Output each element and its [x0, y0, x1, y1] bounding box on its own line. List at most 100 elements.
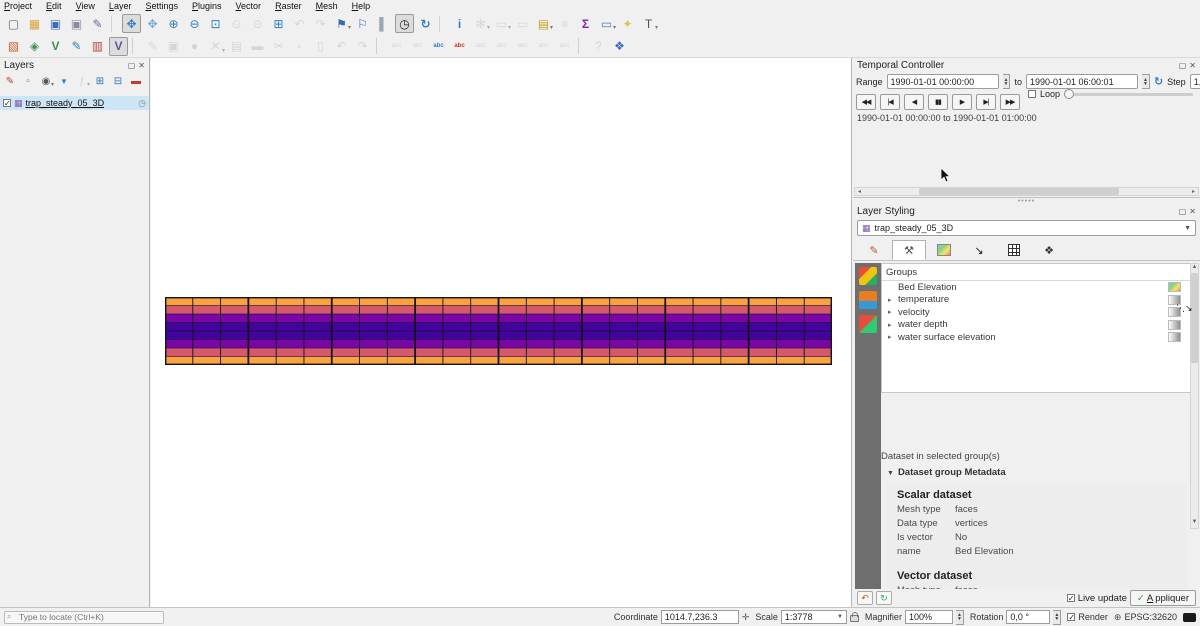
lock-scale-icon[interactable] [850, 615, 859, 622]
highlight-labels-icon[interactable]: abc [492, 37, 511, 56]
rotation-spinner[interactable]: ▲▼ [1053, 610, 1061, 625]
fast-rewind-button[interactable]: ◀◀ [856, 94, 876, 110]
modify-attributes-icon[interactable]: ▤ [227, 37, 246, 56]
zoom-out-icon[interactable]: ⊖ [185, 14, 204, 33]
mesh-simplification-icon[interactable] [859, 315, 877, 333]
label-pin-icon[interactable]: abc [408, 37, 427, 56]
layer-item-trap-steady-05-3d[interactable]: ✓ ▦ trap_steady_05_3D ◷ [0, 96, 149, 110]
scroll-left-icon[interactable]: ◂ [855, 188, 864, 195]
help-icon[interactable]: ? [589, 37, 608, 56]
menu-item[interactable]: Project [4, 1, 32, 11]
layer-visibility-checkbox[interactable]: ✓ [3, 99, 11, 107]
scroll-down-icon[interactable]: ▼ [1192, 519, 1198, 528]
menu-item[interactable]: Raster [275, 1, 302, 11]
panel-close-icon[interactable]: ✕ [138, 61, 145, 70]
tab-contours[interactable] [927, 240, 961, 260]
mesh-calculator-icon[interactable]: ❖ [610, 37, 629, 56]
undo-style-button[interactable]: ↶ [857, 591, 873, 605]
tree-item-bed-elevation[interactable]: Bed Elevation [882, 281, 1191, 294]
new-shapefile-layer-icon[interactable]: V [46, 37, 65, 56]
datasets-cube-icon[interactable] [859, 267, 877, 285]
add-data-icon[interactable]: ◈ [25, 37, 44, 56]
vertex-tool-icon[interactable]: ✕ ▾ [206, 37, 225, 56]
identify-features-icon[interactable]: i [450, 14, 469, 33]
panel-dock-icon[interactable]: ▢ [1179, 61, 1187, 70]
tree-expand-icon[interactable]: ▸ [888, 308, 898, 316]
manage-map-themes-icon[interactable]: ◉ ▾ [38, 74, 54, 90]
step-input[interactable] [1190, 74, 1200, 89]
new-spatialite-layer-icon[interactable]: ▥ [88, 37, 107, 56]
menu-item[interactable]: View [76, 1, 95, 11]
zoom-to-layer-icon[interactable]: ⊙ [248, 14, 267, 33]
tab-mesh-frame[interactable] [997, 240, 1031, 260]
copy-features-icon[interactable]: ▫ [290, 37, 309, 56]
scroll-right-icon[interactable]: ▸ [1189, 188, 1198, 195]
zoom-full-icon[interactable]: ⊡ [206, 14, 225, 33]
panel-close-icon[interactable]: ✕ [1189, 61, 1196, 70]
tab-general-settings[interactable]: ⚒ [892, 240, 926, 260]
fast-forward-button[interactable]: ▶▶ [1000, 94, 1020, 110]
layer-labeling-icon[interactable]: abc [429, 37, 448, 56]
delete-selected-icon[interactable]: ▬ [248, 37, 267, 56]
pin-labels-icon[interactable]: abc [471, 37, 490, 56]
menu-item[interactable]: Plugins [192, 1, 222, 11]
toggle-editing-icon[interactable]: ✎ [143, 37, 162, 56]
filter-legend-icon[interactable]: ▼ [56, 74, 72, 90]
statistical-summary-icon[interactable]: Σ [576, 14, 595, 33]
new-project-icon[interactable]: ▢ [4, 14, 23, 33]
extents-toggle-icon[interactable]: ✛ [742, 612, 750, 623]
magnifier-spinner[interactable]: ▲▼ [956, 610, 964, 625]
data-source-manager-icon[interactable]: ▧ [4, 37, 23, 56]
collapse-all-icon[interactable]: ⊟ [110, 74, 126, 90]
filter-by-expression-icon[interactable]: ƒ ▾ [74, 74, 90, 90]
tree-expand-icon[interactable]: ▸ [888, 333, 898, 341]
zoom-to-selection-icon[interactable]: ⊙ [227, 14, 246, 33]
time-slider-handle[interactable] [1064, 89, 1074, 99]
panel-close-icon[interactable]: ✕ [1189, 207, 1196, 216]
crs-status[interactable]: EPSG:32620 [1124, 612, 1177, 622]
magnifier-input[interactable] [905, 610, 953, 624]
zoom-to-bookmark-icon[interactable]: ▌ [374, 14, 393, 33]
style-manager-icon[interactable]: ✎ [88, 14, 107, 33]
move-label-icon[interactable]: abc [513, 37, 532, 56]
refresh-range-icon[interactable]: ↻ [1154, 75, 1163, 88]
new-virtual-layer-icon[interactable]: V [109, 37, 128, 56]
paste-features-icon[interactable]: ▯ [311, 37, 330, 56]
undo-icon[interactable]: ↶ [332, 37, 351, 56]
scale-combo[interactable]: 1:3778 ▼ [781, 610, 847, 624]
range-start-input[interactable] [887, 74, 999, 89]
rotation-input[interactable] [1006, 610, 1050, 624]
cut-features-icon[interactable]: ✂ [269, 37, 288, 56]
coordinate-input[interactable] [661, 610, 739, 624]
tree-item-water-surface-elevation[interactable]: ▸ water surface elevation [882, 331, 1191, 344]
panel-dock-icon[interactable]: ▢ [128, 61, 136, 70]
live-update-checkbox[interactable]: ✓ Live update [1067, 593, 1127, 604]
add-group-icon[interactable]: ▫ [20, 74, 36, 90]
apply-button[interactable]: ✓ Appliquer [1130, 590, 1196, 606]
new-bookmark-icon[interactable]: ⚐ [353, 14, 372, 33]
menu-item[interactable]: Vector [236, 1, 262, 11]
add-feature-icon[interactable]: ● [185, 37, 204, 56]
time-slider[interactable] [1064, 93, 1193, 96]
run-feature-action-icon[interactable]: ✻ ▾ [471, 14, 490, 33]
temporal-horizontal-scrollbar[interactable]: ◂ ▸ [854, 187, 1199, 196]
zoom-in-icon[interactable]: ⊕ [164, 14, 183, 33]
tab-symbology-brush[interactable]: ✎ [857, 240, 891, 260]
range-end-spinner[interactable]: ▲▼ [1142, 74, 1150, 89]
loop-checkbox[interactable] [1028, 90, 1036, 98]
tree-item-velocity[interactable]: ▸ velocity [882, 306, 1191, 319]
menu-item[interactable]: Mesh [316, 1, 338, 11]
measure-icon[interactable]: ▭ ▾ [597, 14, 616, 33]
tab-vectors[interactable]: ↘ [962, 240, 996, 260]
locator-search-input[interactable] [4, 611, 164, 624]
zoom-last-icon[interactable]: ↶ [290, 14, 309, 33]
map-tips-icon[interactable]: ✦ [618, 14, 637, 33]
refresh-style-button[interactable]: ↻ [876, 591, 892, 605]
refresh-map-icon[interactable]: ↻ [416, 14, 435, 33]
save-project-icon[interactable]: ▣ [46, 14, 65, 33]
temporal-controller-icon[interactable]: ◷ [395, 14, 414, 33]
menu-item[interactable]: Settings [145, 1, 178, 11]
layer-diagram-icon[interactable]: abc [450, 37, 469, 56]
menu-item[interactable]: Layer [109, 1, 132, 11]
step-back-button[interactable]: ◀ [904, 94, 924, 110]
